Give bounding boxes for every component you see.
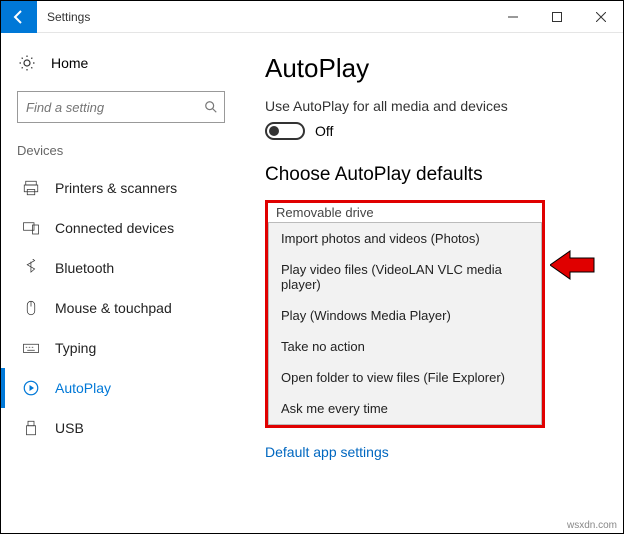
dropdown-option[interactable]: Import photos and videos (Photos) bbox=[269, 223, 541, 254]
toggle-description: Use AutoPlay for all media and devices bbox=[265, 98, 599, 114]
toggle-row: Off bbox=[265, 122, 599, 140]
sidebar-item-label: USB bbox=[55, 420, 84, 436]
mouse-icon bbox=[21, 298, 41, 318]
sidebar-item-label: Mouse & touchpad bbox=[55, 300, 172, 316]
sidebar-item-label: Connected devices bbox=[55, 220, 174, 236]
watermark: wsxdn.com bbox=[567, 520, 617, 531]
sidebar-item-label: Typing bbox=[55, 340, 96, 356]
minimize-icon bbox=[508, 12, 518, 22]
maximize-icon bbox=[552, 12, 562, 22]
printer-icon bbox=[21, 178, 41, 198]
sidebar-item-mouse[interactable]: Mouse & touchpad bbox=[1, 288, 241, 328]
dropdown-option[interactable]: Play (Windows Media Player) bbox=[269, 300, 541, 331]
bluetooth-icon bbox=[21, 258, 41, 278]
sidebar-home[interactable]: Home bbox=[1, 45, 241, 81]
maximize-button[interactable] bbox=[535, 1, 579, 33]
dropdown-label: Removable drive bbox=[268, 203, 542, 222]
minimize-button[interactable] bbox=[491, 1, 535, 33]
home-label: Home bbox=[51, 55, 88, 71]
window-titlebar: Settings bbox=[1, 1, 623, 33]
search-input-wrap[interactable] bbox=[17, 91, 225, 123]
sidebar-item-usb[interactable]: USB bbox=[1, 408, 241, 448]
sidebar-item-label: AutoPlay bbox=[55, 380, 111, 396]
keyboard-icon bbox=[21, 338, 41, 358]
arrow-callout bbox=[550, 249, 598, 281]
default-app-settings-link[interactable]: Default app settings bbox=[265, 444, 599, 460]
sidebar-item-label: Printers & scanners bbox=[55, 180, 177, 196]
search-icon bbox=[204, 100, 218, 114]
dropdown-option[interactable]: Open folder to view files (File Explorer… bbox=[269, 362, 541, 393]
usb-icon bbox=[21, 418, 41, 438]
autoplay-toggle[interactable] bbox=[265, 122, 305, 140]
gear-icon bbox=[17, 53, 37, 73]
close-button[interactable] bbox=[579, 1, 623, 33]
sidebar-item-bluetooth[interactable]: Bluetooth bbox=[1, 248, 241, 288]
main-panel: AutoPlay Use AutoPlay for all media and … bbox=[241, 33, 623, 533]
dropdown-option[interactable]: Ask me every time bbox=[269, 393, 541, 424]
arrow-left-icon bbox=[11, 9, 27, 25]
close-icon bbox=[596, 12, 606, 22]
dropdown-option[interactable]: Take no action bbox=[269, 331, 541, 362]
autoplay-icon bbox=[21, 378, 41, 398]
sidebar-item-printers[interactable]: Printers & scanners bbox=[1, 168, 241, 208]
window-title: Settings bbox=[47, 10, 491, 24]
sidebar-item-connected-devices[interactable]: Connected devices bbox=[1, 208, 241, 248]
search-input[interactable] bbox=[26, 100, 204, 115]
removable-drive-dropdown[interactable]: Removable drive Import photos and videos… bbox=[265, 200, 545, 428]
window-controls bbox=[491, 1, 623, 33]
sidebar-section-label: Devices bbox=[1, 137, 241, 168]
defaults-title: Choose AutoPlay defaults bbox=[265, 164, 599, 186]
dropdown-option[interactable]: Play video files (VideoLAN VLC media pla… bbox=[269, 254, 541, 300]
toggle-state-label: Off bbox=[315, 123, 333, 139]
page-title: AutoPlay bbox=[265, 53, 599, 84]
devices-icon bbox=[21, 218, 41, 238]
sidebar-item-autoplay[interactable]: AutoPlay bbox=[1, 368, 241, 408]
sidebar-item-typing[interactable]: Typing bbox=[1, 328, 241, 368]
sidebar: Home Devices Printers & scanners Connect… bbox=[1, 33, 241, 533]
toggle-knob bbox=[269, 126, 279, 136]
sidebar-item-label: Bluetooth bbox=[55, 260, 114, 276]
back-button[interactable] bbox=[1, 1, 37, 33]
dropdown-list: Import photos and videos (Photos) Play v… bbox=[268, 222, 542, 425]
